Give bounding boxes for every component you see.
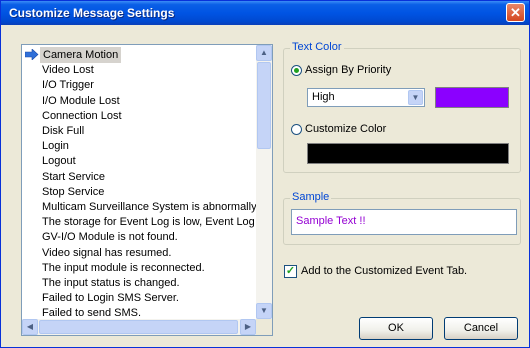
event-list-item[interactable]: Stop Service — [42, 184, 104, 200]
event-list-item[interactable]: Connection Lost — [42, 108, 122, 124]
check-icon: ✓ — [285, 265, 296, 277]
cancel-button[interactable]: Cancel — [444, 317, 518, 340]
title-bar: Customize Message Settings ✕ — [1, 1, 529, 25]
add-to-tab-checkbox[interactable]: ✓ — [284, 265, 297, 278]
event-list-item[interactable]: The storage for Event Log is low, Event … — [42, 214, 256, 230]
event-list-item[interactable]: I/O Trigger — [42, 77, 94, 93]
vertical-scrollbar[interactable]: ▲ ▼ — [256, 45, 272, 319]
event-list-item[interactable]: The input module is reconnected. — [42, 260, 205, 276]
sample-text: Sample Text !! — [296, 215, 366, 227]
event-list-item[interactable]: Start Service — [42, 169, 105, 185]
horizontal-scrollbar[interactable]: ◀ ▶ — [22, 319, 256, 335]
close-icon: ✕ — [510, 5, 521, 20]
event-list-item[interactable]: Disk Full — [42, 123, 84, 139]
arrow-right-icon — [25, 49, 39, 60]
vertical-scroll-thumb[interactable] — [257, 62, 271, 149]
chevron-right-icon: ▶ — [244, 322, 252, 331]
add-to-tab-label[interactable]: Add to the Customized Event Tab. — [301, 265, 467, 277]
dialog-window: Customize Message Settings ✕ Camera Moti… — [0, 0, 530, 348]
scroll-down-button[interactable]: ▼ — [256, 303, 272, 319]
event-list-item[interactable]: Login — [42, 138, 69, 154]
priority-select-value: High — [312, 91, 335, 103]
customize-color-radio[interactable] — [291, 124, 302, 135]
radio-selected-dot — [294, 68, 299, 73]
event-list-item[interactable]: Failed to Login SMS Server. — [42, 290, 179, 306]
window-title: Customize Message Settings — [9, 6, 175, 20]
scroll-up-button[interactable]: ▲ — [256, 45, 272, 61]
event-list-items: Camera Motion Video Lost I/O Trigger I/O Mo… — [22, 45, 256, 319]
event-list-item[interactable]: Camera Motion — [40, 47, 122, 63]
chevron-left-icon: ◀ — [26, 322, 34, 331]
event-list-item[interactable]: Failed to send SMS. — [42, 305, 141, 319]
custom-color-swatch[interactable] — [307, 143, 509, 164]
text-color-legend: Text Color — [290, 41, 344, 53]
sample-legend: Sample — [290, 191, 332, 203]
assign-by-priority-label[interactable]: Assign By Priority — [305, 64, 391, 76]
event-list-item[interactable]: The input status is changed. — [42, 275, 180, 291]
priority-select[interactable]: High ▼ — [307, 88, 425, 107]
priority-color-swatch[interactable] — [435, 87, 509, 108]
customize-color-label[interactable]: Customize Color — [305, 123, 386, 135]
event-list[interactable]: Camera Motion Video Lost I/O Trigger I/O Mo… — [21, 44, 273, 336]
event-list-item[interactable]: Video signal has resumed. — [42, 245, 171, 261]
event-list-item[interactable]: Multicam Surveillance System is abnormal… — [42, 199, 256, 215]
horizontal-scroll-thumb[interactable] — [39, 320, 238, 334]
scroll-corner — [256, 319, 272, 335]
close-button[interactable]: ✕ — [506, 3, 525, 22]
event-list-item[interactable]: GV-I/O Module is not found. — [42, 229, 178, 245]
scroll-right-button[interactable]: ▶ — [240, 319, 256, 335]
event-list-item[interactable]: Logout — [42, 153, 76, 169]
chevron-down-icon: ▼ — [411, 93, 420, 102]
event-list-item[interactable]: I/O Module Lost — [42, 93, 120, 109]
ok-button[interactable]: OK — [359, 317, 433, 340]
event-list-item[interactable]: Video Lost — [42, 62, 94, 78]
chevron-up-icon: ▲ — [260, 48, 268, 57]
sample-preview: Sample Text !! — [291, 209, 517, 235]
dropdown-button[interactable]: ▼ — [408, 90, 423, 105]
assign-by-priority-radio[interactable] — [291, 65, 302, 76]
chevron-down-icon: ▼ — [260, 306, 268, 315]
scroll-left-button[interactable]: ◀ — [22, 319, 38, 335]
